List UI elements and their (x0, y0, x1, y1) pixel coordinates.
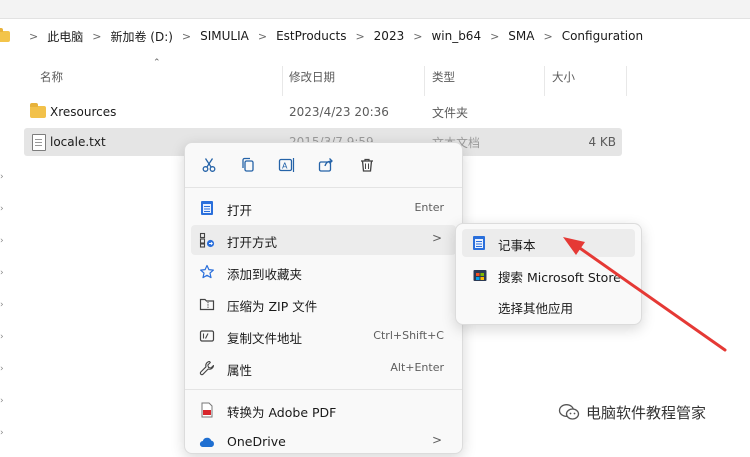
nav-expand-icon[interactable]: › (0, 204, 8, 214)
breadcrumb-drive-d[interactable]: 新加卷 (D:) (110, 28, 172, 45)
chevron-right-icon: > (431, 231, 442, 245)
svg-text:A: A (282, 162, 288, 171)
notepad-icon (199, 200, 215, 216)
watermark: 电脑软件教程管家 (558, 400, 706, 424)
submenu-item-search-store[interactable]: 搜索 Microsoft Store (462, 261, 635, 289)
file-date: 2023/4/23 20:36 (289, 105, 389, 119)
notepad-icon (472, 235, 488, 251)
open-with-submenu: 记事本 搜索 Microsoft Store 选择其他应用 (455, 223, 642, 325)
address-bar[interactable]: > 此电脑 > 新加卷 (D:) > SIMULIA > EstProducts… (0, 22, 750, 50)
chevron-right-icon: > (29, 29, 39, 43)
menu-item-onedrive[interactable]: OneDrive > (191, 427, 456, 457)
context-menu-quick-actions: A (185, 143, 462, 187)
nav-expand-icon[interactable]: › (0, 300, 8, 310)
column-header-size[interactable]: 大小 (552, 64, 575, 90)
column-divider[interactable] (424, 66, 425, 96)
menu-item-label: 添加到收藏夹 (227, 267, 303, 282)
context-menu: A 打开 Enter 打开方式 > 添加到收藏夹 压缩为 ZIP 文件 复制文件… (184, 142, 463, 454)
file-type: 文件夹 (432, 105, 469, 120)
copy-path-icon (199, 328, 215, 344)
menu-item-open[interactable]: 打开 Enter (191, 193, 456, 223)
column-divider[interactable] (282, 66, 283, 96)
breadcrumb-win-b64[interactable]: win_b64 (431, 29, 481, 43)
menu-item-shortcut: Alt+Enter (390, 361, 444, 374)
menu-item-label: OneDrive (227, 434, 286, 449)
menu-item-properties[interactable]: 属性 Alt+Enter (191, 353, 456, 383)
watermark-text: 电脑软件教程管家 (586, 403, 707, 422)
chevron-right-icon: > (431, 433, 442, 447)
menu-item-label: 复制文件地址 (227, 331, 303, 346)
text-file-icon (32, 134, 46, 151)
wechat-icon (558, 404, 580, 420)
menu-item-add-favorites[interactable]: 添加到收藏夹 (191, 257, 456, 287)
menu-item-copy-path[interactable]: 复制文件地址 Ctrl+Shift+C (191, 321, 456, 351)
breadcrumb-this-pc[interactable]: 此电脑 (47, 28, 83, 45)
file-name: Xresources (50, 105, 117, 119)
nav-expand-icon[interactable]: › (0, 332, 8, 342)
chevron-right-icon: > (413, 29, 423, 43)
zip-icon (199, 296, 215, 312)
menu-item-label: 属性 (227, 363, 253, 378)
nav-expand-icon[interactable]: › (0, 172, 8, 182)
submenu-item-notepad[interactable]: 记事本 (462, 229, 635, 257)
chevron-right-icon: > (181, 29, 192, 43)
nav-expand-icon[interactable]: › (0, 364, 8, 374)
breadcrumb-estproducts[interactable]: EstProducts (276, 29, 346, 43)
breadcrumb-configuration[interactable]: Configuration (562, 29, 643, 43)
column-header-type[interactable]: 类型 (432, 64, 455, 90)
menu-item-open-with[interactable]: 打开方式 > (191, 225, 456, 255)
menu-item-convert-pdf[interactable]: 转换为 Adobe PDF (191, 395, 456, 425)
store-icon (472, 267, 488, 283)
menu-divider (185, 187, 462, 188)
menu-item-label: 转换为 Adobe PDF (227, 405, 337, 420)
menu-item-label: 打开 (227, 203, 253, 218)
nav-expand-icon[interactable]: › (0, 268, 8, 278)
breadcrumb-simulia[interactable]: SIMULIA (200, 29, 249, 43)
window-top-strip (0, 0, 750, 19)
menu-item-label: 压缩为 ZIP 文件 (227, 299, 318, 314)
share-icon[interactable] (314, 153, 338, 177)
wrench-icon (199, 360, 215, 376)
menu-divider (185, 389, 462, 390)
chevron-right-icon: > (490, 29, 500, 43)
column-divider[interactable] (626, 66, 627, 96)
submenu-item-label: 搜索 Microsoft Store (498, 270, 621, 285)
file-name: locale.txt (50, 135, 106, 149)
star-icon (199, 264, 215, 280)
file-size: 4 KB (588, 135, 616, 149)
chevron-right-icon: > (257, 29, 268, 43)
column-divider[interactable] (544, 66, 545, 96)
cloud-icon (199, 434, 215, 450)
chevron-right-icon: > (92, 29, 102, 43)
folder-icon (30, 103, 46, 118)
folder-icon (0, 27, 10, 42)
column-header-name[interactable]: 名称 (40, 64, 63, 90)
nav-expand-icon[interactable]: › (0, 236, 8, 246)
submenu-item-label: 选择其他应用 (498, 301, 574, 316)
breadcrumb-2023[interactable]: 2023 (374, 29, 405, 43)
pdf-icon (199, 402, 215, 418)
column-header-date[interactable]: 修改日期 (289, 64, 335, 90)
sort-up-icon: ⌃ (153, 58, 161, 68)
chevron-right-icon: > (355, 29, 365, 43)
menu-item-label: 打开方式 (227, 235, 278, 250)
rename-icon[interactable]: A (275, 153, 299, 177)
menu-item-shortcut: Ctrl+Shift+C (373, 329, 444, 342)
submenu-item-label: 记事本 (498, 238, 536, 253)
list-item[interactable]: Xresources 2023/4/23 20:36 文件夹 (24, 98, 622, 126)
nav-expand-icon[interactable]: › (0, 428, 8, 438)
copy-icon[interactable] (236, 153, 260, 177)
open-with-icon (199, 232, 215, 248)
submenu-item-choose-other-app[interactable]: 选择其他应用 (462, 292, 635, 320)
nav-expand-icon[interactable]: › (0, 396, 8, 406)
menu-item-compress-zip[interactable]: 压缩为 ZIP 文件 (191, 289, 456, 319)
breadcrumb-sma[interactable]: SMA (508, 29, 534, 43)
delete-icon[interactable] (355, 153, 379, 177)
cut-icon[interactable] (197, 153, 221, 177)
menu-item-shortcut: Enter (414, 201, 444, 214)
chevron-right-icon: > (543, 29, 553, 43)
